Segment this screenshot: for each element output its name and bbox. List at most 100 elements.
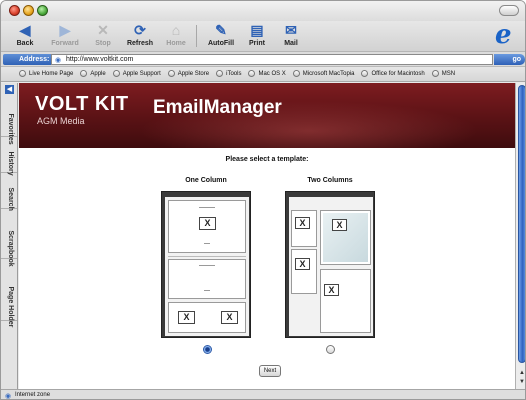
text-line	[199, 207, 215, 208]
tab-page-holder[interactable]: Page Holder	[1, 259, 17, 327]
template-two-columns-radio[interactable]	[326, 345, 335, 354]
autofill-label: AutoFill	[207, 40, 235, 47]
forward-label: Forward	[51, 40, 79, 47]
go-button[interactable]: go	[494, 54, 525, 65]
tab-label: Page Holder	[7, 286, 14, 327]
zoom-window-button[interactable]	[37, 5, 48, 16]
favorite-icon	[361, 69, 369, 77]
sidebar-block: X	[291, 249, 317, 294]
status-text: Internet zone	[15, 392, 51, 398]
stop-button[interactable]: ✕ Stop	[83, 22, 123, 50]
tab-scrapbook[interactable]: Scrapbook	[1, 209, 17, 266]
favorite-icon	[292, 69, 300, 77]
sidebar-block: X	[291, 210, 317, 247]
favorite-item[interactable]: Apple Store	[167, 67, 210, 81]
autofill-button[interactable]: ✎ AutoFill	[201, 22, 241, 50]
text-line	[204, 290, 210, 291]
toolbar: ◀ Back ▶ Forward ✕ Stop ⟳ Refresh ⌂ Home…	[1, 21, 525, 51]
header-banner: VOLT KIT AGM Media EmailManager	[19, 83, 515, 148]
favorite-item[interactable]: Office for Macintosh	[361, 67, 425, 81]
brand-logo: VOLT KIT	[35, 93, 129, 115]
tab-favorites[interactable]: Favorites	[1, 97, 17, 144]
favorite-item[interactable]: Microsoft MacTopia	[292, 67, 355, 81]
favorite-label: Apple	[90, 71, 106, 77]
internet-explorer-logo-icon: e	[495, 20, 512, 50]
image-placeholder: X	[295, 217, 310, 229]
image-placeholder: X	[295, 258, 310, 270]
minimize-window-button[interactable]	[23, 5, 34, 16]
main-block: X	[320, 269, 371, 333]
favorite-label: Microsoft MacTopia	[302, 71, 355, 77]
template-one-column-preview[interactable]: X X X	[161, 191, 251, 338]
mail-label: Mail	[284, 40, 298, 47]
mail-button[interactable]: ✉ Mail	[271, 22, 311, 50]
back-label: Back	[16, 40, 34, 47]
vertical-scrollbar[interactable]: ▲ ▼	[515, 83, 525, 389]
explorer-bar: ◀ Favorites History Search Scrapbook Pag…	[1, 83, 18, 389]
favorite-item[interactable]: Apple Support	[112, 67, 161, 81]
page-content: VOLT KIT AGM Media EmailManager Please s…	[19, 83, 515, 389]
text-line	[204, 243, 210, 244]
home-button[interactable]: ⌂ Home	[156, 22, 196, 50]
refresh-button[interactable]: ⟳ Refresh	[120, 22, 160, 50]
favorite-item[interactable]: Live Home Page	[19, 67, 73, 81]
tab-label: History	[7, 151, 14, 176]
refresh-label: Refresh	[126, 40, 154, 47]
address-label: Address:	[3, 54, 51, 65]
globe-icon: ◉	[55, 57, 62, 64]
tab-history[interactable]: History	[1, 137, 17, 176]
favorite-icon	[167, 69, 175, 77]
template-page: X X X X	[289, 197, 373, 336]
favorite-icon	[431, 69, 439, 77]
template-one-column-radio[interactable]	[203, 345, 212, 354]
collapse-sidebar-icon[interactable]: ◀	[5, 85, 14, 94]
favorite-icon	[248, 69, 256, 77]
template-prompt: Please select a template:	[225, 156, 309, 163]
browser-window: ◀ Back ▶ Forward ✕ Stop ⟳ Refresh ⌂ Home…	[0, 0, 526, 400]
template-page: X X X	[165, 197, 249, 336]
brand-subtitle: AGM Media	[37, 116, 85, 126]
favorite-item[interactable]: Apple	[80, 67, 106, 81]
image-placeholder: X	[221, 311, 238, 324]
autofill-icon: ✎	[215, 22, 227, 38]
favorite-label: Mac OS X	[258, 71, 286, 77]
forward-arrow-icon: ▶	[59, 22, 71, 38]
text-line	[199, 265, 215, 266]
status-bar: ◉ Internet zone	[1, 389, 525, 399]
address-bar: Address: ◉ http://www.voltkit.com go	[1, 51, 525, 66]
image-placeholder: X	[178, 311, 195, 324]
home-label: Home	[166, 40, 186, 47]
title-bar[interactable]	[1, 1, 525, 21]
favorite-label: Apple Store	[177, 71, 210, 77]
mail-icon: ✉	[285, 22, 297, 38]
favorite-icon	[112, 69, 120, 77]
forward-button[interactable]: ▶ Forward	[45, 22, 85, 50]
favorites-bar: Live Home Page Apple Apple Support Apple…	[1, 66, 525, 82]
next-button[interactable]: Next	[259, 365, 281, 377]
scroll-up-icon[interactable]: ▲	[518, 369, 525, 377]
divider	[168, 256, 246, 257]
close-window-button[interactable]	[9, 5, 20, 16]
template-two-columns-label: Two Columns	[307, 177, 353, 184]
image-placeholder: X	[199, 217, 216, 230]
tab-search[interactable]: Search	[1, 173, 17, 210]
template-two-columns-preview[interactable]: X X X X	[285, 191, 375, 338]
favorite-icon	[19, 69, 26, 77]
template-one-column-label: One Column	[185, 177, 227, 184]
favorite-label: Live Home Page	[29, 71, 74, 77]
toolbar-toggle-button[interactable]	[499, 5, 519, 16]
favorite-icon	[80, 69, 88, 77]
back-button[interactable]: ◀ Back	[5, 22, 45, 50]
scroll-down-icon[interactable]: ▼	[518, 378, 525, 386]
favorite-item[interactable]: Mac OS X	[248, 67, 286, 81]
scroll-thumb[interactable]	[518, 85, 525, 363]
favorite-icon	[216, 69, 224, 77]
stop-icon: ✕	[97, 22, 109, 38]
back-arrow-icon: ◀	[19, 22, 31, 38]
favorite-label: Office for Macintosh	[371, 71, 425, 77]
address-input[interactable]: ◉ http://www.voltkit.com	[51, 54, 493, 65]
page-title: EmailManager	[153, 97, 282, 118]
home-icon: ⌂	[171, 22, 181, 38]
favorite-item[interactable]: iTools	[216, 67, 241, 81]
favorite-item[interactable]: MSN	[431, 67, 455, 81]
